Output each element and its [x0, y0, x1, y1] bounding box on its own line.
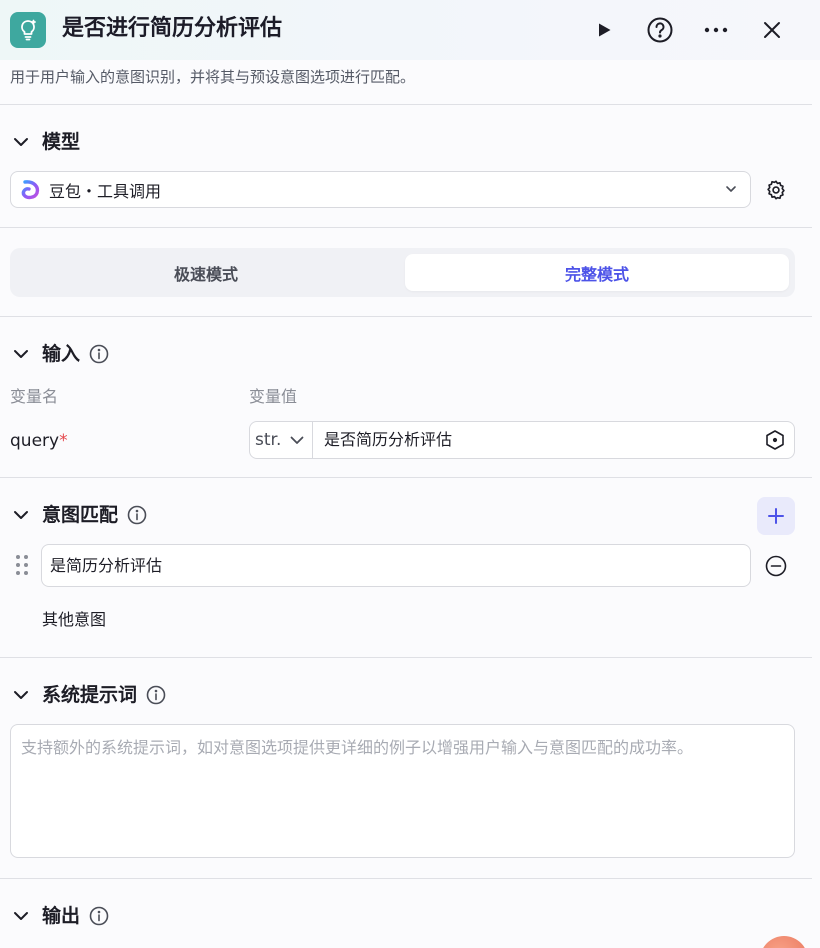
col-header-var-name: 变量名	[10, 387, 59, 406]
var-name: query*	[10, 429, 68, 453]
node-description: 用于用户输入的意图识别，并将其与预设意图选项进行匹配。	[10, 68, 416, 86]
output-section-header: 输出	[10, 902, 110, 930]
output-section-title: 输出	[42, 905, 81, 927]
chevron-down-icon	[726, 186, 736, 192]
var-type-select[interactable]: str.	[250, 422, 313, 458]
variable-reference-icon[interactable]	[764, 429, 786, 451]
remove-intent-button[interactable]	[764, 554, 788, 578]
var-value-field: str. 是否简历分析评估	[249, 421, 795, 459]
intent-section-title: 意图匹配	[42, 504, 119, 526]
help-button[interactable]	[644, 14, 676, 46]
var-name-text: query	[10, 431, 60, 451]
mode-full-tab[interactable]: 完整模式	[405, 254, 789, 291]
model-section-header: 模型	[10, 128, 80, 156]
intent-section-header: 意图匹配	[10, 501, 148, 529]
model-settings-button[interactable]	[762, 176, 790, 204]
intent-bulb-icon	[10, 12, 46, 48]
divider	[0, 104, 812, 105]
assistant-avatar[interactable]	[760, 936, 808, 948]
system-prompt-textarea[interactable]: 支持额外的系统提示词，如对意图选项提供更详细的例子以增强用户输入与意图匹配的成功…	[10, 724, 795, 858]
system-prompt-section-title: 系统提示词	[42, 684, 138, 706]
var-value-input[interactable]: 是否简历分析评估	[324, 429, 452, 451]
divider	[0, 878, 812, 879]
collapse-chevron-icon[interactable]	[10, 504, 32, 526]
node-title[interactable]: 是否进行简历分析评估	[62, 13, 282, 45]
system-prompt-section-header: 系统提示词	[10, 681, 167, 709]
more-button[interactable]	[700, 14, 732, 46]
collapse-chevron-icon[interactable]	[10, 343, 32, 365]
other-intent-label: 其他意图	[42, 610, 107, 629]
help-icon	[647, 17, 673, 43]
divider	[0, 227, 812, 228]
collapse-chevron-icon[interactable]	[10, 905, 32, 927]
required-mark: *	[59, 431, 68, 451]
more-icon	[704, 27, 728, 33]
model-section-title: 模型	[42, 131, 81, 153]
info-icon[interactable]	[88, 905, 110, 927]
drag-handle-icon[interactable]	[14, 553, 30, 577]
model-select[interactable]: 豆包・工具调用	[10, 171, 751, 208]
model-name: 豆包・工具调用	[49, 181, 162, 201]
chevron-down-icon	[290, 436, 304, 444]
info-icon[interactable]	[126, 504, 148, 526]
close-icon	[764, 22, 780, 38]
run-icon	[599, 23, 611, 37]
info-icon[interactable]	[145, 684, 167, 706]
doubao-logo-icon	[21, 179, 40, 199]
divider	[0, 316, 812, 317]
node-header: 是否进行简历分析评估	[0, 0, 820, 60]
collapse-chevron-icon[interactable]	[10, 684, 32, 706]
minus-circle-icon	[765, 555, 787, 577]
gear-icon	[767, 180, 785, 200]
close-button[interactable]	[756, 14, 788, 46]
col-header-var-value: 变量值	[249, 387, 298, 406]
divider	[0, 477, 812, 478]
divider	[0, 657, 812, 658]
mode-switch: 极速模式 完整模式	[10, 248, 795, 297]
plus-icon	[768, 508, 784, 524]
var-type-text: str.	[255, 430, 282, 450]
info-icon[interactable]	[88, 343, 110, 365]
mode-fast-tab[interactable]: 极速模式	[14, 254, 398, 291]
collapse-chevron-icon[interactable]	[10, 131, 32, 153]
input-section-title: 输入	[42, 343, 81, 365]
intent-option-input[interactable]: 是简历分析评估	[41, 544, 751, 587]
input-section-header: 输入	[10, 340, 110, 368]
add-intent-button[interactable]	[757, 497, 795, 535]
run-button[interactable]	[588, 14, 620, 46]
